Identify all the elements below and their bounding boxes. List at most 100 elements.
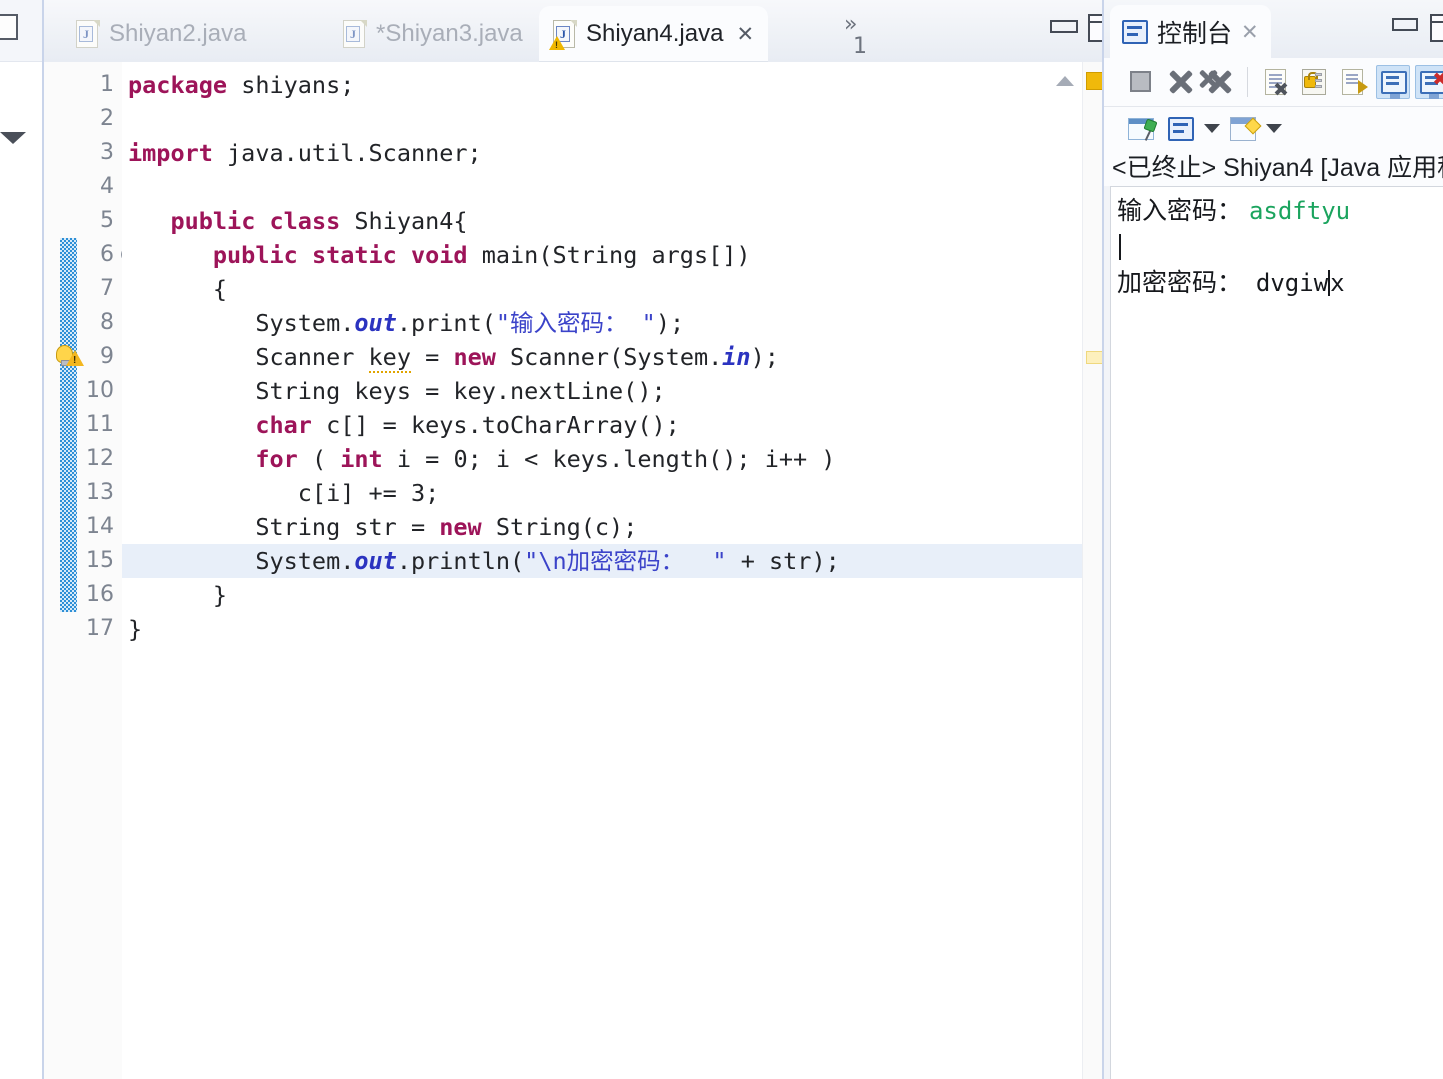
close-icon[interactable]: ✕ [736, 22, 754, 46]
pin-console-button[interactable] [1124, 112, 1158, 146]
code-line[interactable]: c[i] += 3; [122, 476, 1082, 510]
clear-console-button[interactable] [1259, 65, 1293, 99]
code-token: static [311, 241, 397, 269]
code-line[interactable]: } [122, 578, 1082, 612]
code-token: c[] = keys.toCharArray(); [311, 411, 680, 439]
code-line[interactable] [122, 102, 1082, 136]
console-toolbar-row2 [1104, 106, 1443, 150]
code-line[interactable]: for ( int i = 0; i < keys.length(); i++ … [122, 442, 1082, 476]
line-number: 4 [100, 174, 114, 199]
code-token: public [212, 241, 298, 269]
code-line[interactable] [122, 170, 1082, 204]
terminate-button[interactable] [1124, 65, 1158, 99]
maximize-console-button[interactable] [1430, 14, 1443, 42]
show-console-on-error-button[interactable] [1415, 65, 1443, 99]
editor-gutter[interactable]: 1234567891011121314151617 [44, 62, 136, 1079]
code-line[interactable]: public class Shiyan4{ [122, 204, 1082, 238]
editor-tabbar: J Shiyan2.java J *Shiyan3.java J Shiyan4… [44, 0, 1118, 62]
show-console-on-output-button[interactable] [1376, 65, 1410, 99]
remove-launch-button[interactable] [1163, 65, 1197, 99]
line-number: 13 [86, 480, 114, 505]
line-number: 15 [86, 548, 114, 573]
code-line[interactable]: Scanner key = new Scanner(System.in); [122, 340, 1082, 374]
code-line[interactable]: import java.util.Scanner; [122, 136, 1082, 170]
line-number: 17 [86, 616, 114, 641]
minimize-editor-button[interactable] [1050, 20, 1078, 33]
editor-tab-shiyan4[interactable]: J Shiyan4.java ✕ [539, 6, 769, 62]
java-file-icon: J [76, 19, 100, 49]
editor-tab-label: *Shiyan3.java [376, 20, 523, 47]
code-token: System. [128, 547, 355, 575]
editor-body: 1234567891011121314151617 package shiyan… [44, 62, 1104, 1079]
chevron-down-icon[interactable] [1266, 124, 1282, 133]
code-token: shiyans; [227, 71, 355, 99]
remove-all-terminated-button[interactable] [1202, 65, 1236, 99]
code-line[interactable]: String keys = key.nextLine(); [122, 374, 1082, 408]
code-line[interactable]: System.out.println("\n加密密码： " + str); [122, 544, 1082, 578]
editor-tab-shiyan3[interactable]: J *Shiyan3.java [329, 6, 537, 62]
line-number: 7 [100, 276, 114, 301]
java-file-warning-icon: J [549, 19, 577, 50]
code-text-area[interactable]: package shiyans; import java.util.Scanne… [122, 62, 1082, 1079]
code-line[interactable]: char c[] = keys.toCharArray(); [122, 408, 1082, 442]
editor-tab-label: Shiyan2.java [109, 20, 247, 47]
overflow-count: 1 [853, 34, 867, 59]
console-caret-line [1117, 229, 1443, 265]
code-token: i = 0; i < keys.length(); i++ ) [382, 445, 836, 473]
console-view: 控制台 ✕ <已终止> Shiyan4 [Java 应用程 输入密码： asdf… [1102, 0, 1443, 1079]
minimize-console-button[interactable] [1392, 18, 1418, 31]
code-line[interactable]: } [122, 612, 1082, 646]
code-line[interactable]: String str = new String(c); [122, 510, 1082, 544]
code-token: System. [128, 309, 355, 337]
overview-ruler[interactable] [1056, 62, 1104, 1079]
code-token: main(String args[]) [467, 241, 751, 269]
display-selected-console-button[interactable] [1164, 112, 1198, 146]
code-token: ( [297, 445, 341, 473]
console-tab[interactable]: 控制台 ✕ [1110, 5, 1271, 58]
chevron-down-icon[interactable] [1204, 124, 1220, 133]
collapse-triangle-icon[interactable] [0, 132, 26, 144]
word-wrap-button[interactable] [1337, 65, 1371, 99]
code-token: String str = [128, 513, 440, 541]
editor-tab-overflow[interactable]: » 1 [844, 14, 867, 58]
code-line[interactable]: System.out.print("输入密码： "); [122, 306, 1082, 340]
code-token: package [128, 71, 228, 99]
code-token: { [128, 275, 228, 303]
left-panel-body [0, 62, 42, 1079]
code-token: key [368, 343, 411, 373]
code-token: ); [750, 343, 779, 371]
console-toolbar-row1 [1104, 58, 1443, 106]
line-number: 3 [100, 140, 114, 165]
scroll-lock-button[interactable] [1298, 65, 1332, 99]
view-menu-icon[interactable] [0, 14, 18, 40]
console-user-input-text: asdftyu [1248, 197, 1351, 225]
code-line[interactable]: { [122, 272, 1082, 306]
code-token: Scanner(System. [495, 343, 723, 371]
line-number: 16 [86, 582, 114, 607]
line-number: 14 [86, 514, 114, 539]
editor-tab-shiyan2[interactable]: J Shiyan2.java [62, 6, 260, 62]
line-number: 5 [100, 208, 114, 233]
overview-marker-warning-line9[interactable] [1086, 351, 1103, 364]
console-result-tail: x [1330, 269, 1345, 297]
code-token: public [170, 207, 256, 235]
code-line[interactable]: public static void main(String args[]) [122, 238, 1082, 272]
console-launch-status: <已终止> Shiyan4 [Java 应用程 [1104, 150, 1443, 186]
line-number: 8 [100, 310, 114, 335]
left-panel-tabbar [0, 0, 42, 62]
code-token: int [340, 445, 383, 473]
line-number: 12 [86, 446, 114, 471]
console-result-text: dvgiw [1255, 269, 1329, 297]
open-console-button[interactable] [1226, 112, 1262, 146]
code-line[interactable]: package shiyans; [122, 68, 1082, 102]
close-icon[interactable]: ✕ [1241, 20, 1259, 44]
code-token: "输入密码： " [495, 309, 656, 337]
scroll-up-arrow-icon[interactable] [1056, 76, 1074, 86]
overview-marker-warning[interactable] [1086, 72, 1103, 90]
console-output-area[interactable]: 输入密码： asdftyu 加密密码： dvgiwx [1110, 186, 1443, 1079]
